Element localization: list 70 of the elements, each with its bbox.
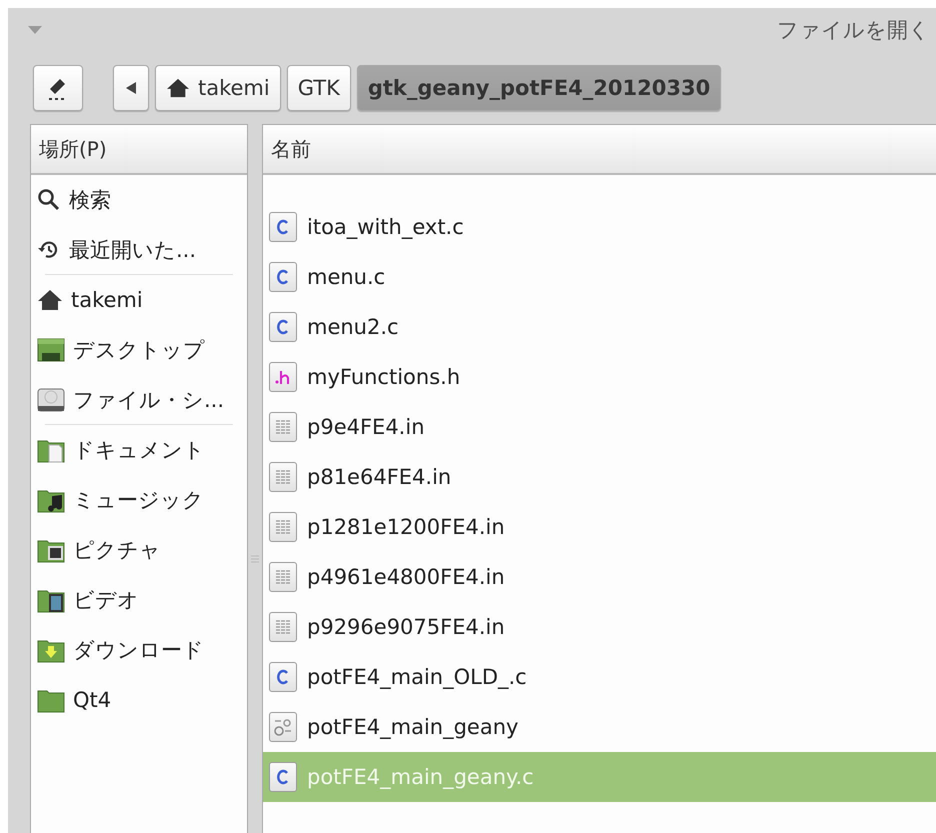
place-label: 最近開いた... bbox=[69, 237, 196, 264]
place-item[interactable]: ダウンロード bbox=[31, 625, 247, 675]
c-file-icon bbox=[269, 262, 297, 292]
place-item[interactable]: ビデオ bbox=[31, 575, 247, 625]
header-file-icon bbox=[269, 362, 297, 392]
file-name: myFunctions.h bbox=[307, 365, 460, 389]
back-button[interactable] bbox=[113, 65, 149, 111]
home-icon bbox=[166, 77, 190, 99]
left-arrow-icon bbox=[126, 82, 136, 94]
file-row[interactable]: p9e4FE4.in bbox=[263, 402, 936, 452]
file-row[interactable]: myFunctions.h bbox=[263, 352, 936, 402]
splitter-grip-icon[interactable] bbox=[251, 554, 259, 564]
file-row[interactable]: potFE4_main_OLD_.c bbox=[263, 652, 936, 702]
file-name: potFE4_main_OLD_.c bbox=[307, 665, 527, 689]
c-file-icon bbox=[269, 312, 297, 342]
place-item[interactable]: ドキュメント bbox=[31, 425, 247, 475]
file-name: itoa_with_ext.c bbox=[307, 215, 464, 239]
place-label: takemi bbox=[71, 288, 143, 312]
file-row[interactable]: menu2.c bbox=[263, 302, 936, 352]
c-file-icon bbox=[269, 212, 297, 242]
file-row[interactable]: potFE4_main_geany bbox=[263, 702, 936, 752]
place-label: ファイル・シ... bbox=[73, 387, 224, 414]
file-row[interactable]: menu.c bbox=[263, 252, 936, 302]
file-name: menu.c bbox=[307, 265, 386, 289]
file-row[interactable]: p81e64FE4.in bbox=[263, 452, 936, 502]
file-row[interactable]: p1281e1200FE4.in bbox=[263, 502, 936, 552]
hard-drive-icon bbox=[37, 387, 65, 413]
home-icon bbox=[37, 288, 63, 312]
file-name: p81e64FE4.in bbox=[307, 465, 452, 489]
path-button[interactable]: GTK bbox=[286, 65, 351, 111]
c-file-icon bbox=[269, 662, 297, 692]
place-label: ピクチャ bbox=[73, 537, 161, 564]
path-button[interactable]: takemi bbox=[155, 65, 281, 111]
place-label: デスクトップ bbox=[73, 337, 205, 364]
place-label: 検索 bbox=[69, 187, 111, 214]
search-icon bbox=[37, 188, 61, 212]
file-name: potFE4_main_geany.c bbox=[307, 765, 534, 789]
place-label: ビデオ bbox=[73, 587, 139, 614]
place-label: Qt4 bbox=[73, 688, 112, 712]
text-file-icon bbox=[269, 512, 297, 542]
place-item[interactable]: デスクトップ bbox=[31, 325, 247, 375]
text-file-icon bbox=[269, 412, 297, 442]
file-name: menu2.c bbox=[307, 315, 399, 339]
window-title: ファイルを開く bbox=[777, 17, 930, 44]
file-row[interactable]: p4961e4800FE4.in bbox=[263, 552, 936, 602]
text-file-icon bbox=[269, 462, 297, 492]
desktop-icon bbox=[37, 337, 65, 363]
place-item[interactable]: ファイル・シ... bbox=[31, 375, 247, 425]
place-item[interactable]: Qt4 bbox=[31, 675, 247, 725]
c-file-icon bbox=[269, 762, 297, 792]
text-file-icon bbox=[269, 612, 297, 642]
executable-file-icon bbox=[269, 712, 297, 742]
file-name: p9296e9075FE4.in bbox=[307, 615, 505, 639]
place-item[interactable]: 検索 bbox=[31, 175, 247, 225]
file-name: p4961e4800FE4.in bbox=[307, 565, 505, 589]
file-name: potFE4_main_geany bbox=[307, 715, 518, 739]
place-label: ミュージック bbox=[73, 487, 204, 514]
place-label: ドキュメント bbox=[73, 437, 205, 464]
file-row[interactable]: p9296e9075FE4.in bbox=[263, 602, 936, 652]
text-file-icon bbox=[269, 562, 297, 592]
place-item[interactable]: 最近開いた... bbox=[31, 225, 247, 275]
place-item[interactable]: ピクチャ bbox=[31, 525, 247, 575]
file-name: p9e4FE4.in bbox=[307, 415, 424, 439]
place-item[interactable]: takemi bbox=[31, 275, 247, 325]
place-label: ダウンロード bbox=[73, 637, 204, 664]
file-name: p1281e1200FE4.in bbox=[307, 515, 505, 539]
edit-location-button[interactable] bbox=[33, 65, 83, 111]
file-row[interactable]: itoa_with_ext.c bbox=[263, 202, 936, 252]
path-button[interactable]: gtk_geany_potFE4_20120330 bbox=[356, 65, 722, 111]
place-item[interactable]: ミュージック bbox=[31, 475, 247, 525]
